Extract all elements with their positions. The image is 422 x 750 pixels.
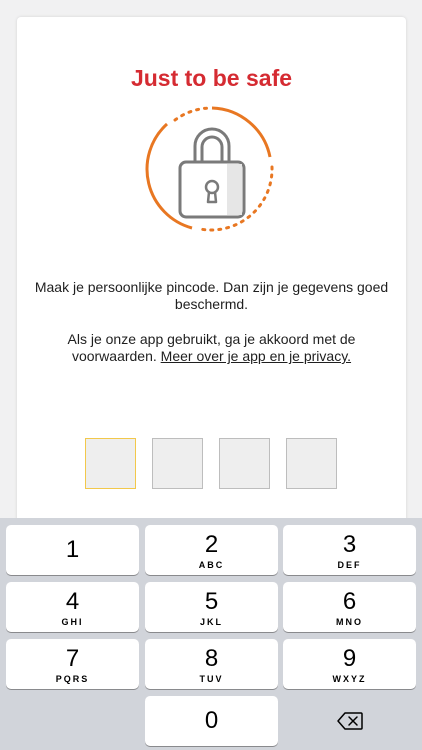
lock-shackle (193, 127, 231, 162)
key-4[interactable]: 4 GHI (6, 582, 139, 632)
key-7[interactable]: 7 PQRS (6, 639, 139, 689)
backspace-icon (337, 712, 363, 730)
pincode-card: Just to be safe Maak je persoonlijke pin… (17, 17, 406, 537)
lock-icon (145, 106, 274, 232)
key-0[interactable]: 0 (145, 696, 278, 746)
pin-input[interactable] (85, 438, 337, 489)
pin-digit-4[interactable] (286, 438, 337, 489)
ring-dots-top (173, 106, 213, 122)
terms-text: Als je onze app gebruikt, ga je akkoord … (31, 331, 392, 365)
pin-digit-1[interactable] (85, 438, 136, 489)
page-title: Just to be safe (130, 65, 293, 91)
numeric-keypad: 1 2 ABC 3 DEF 4 GHI 5 JKL 6 MNO 7 PQRS 8… (0, 518, 422, 750)
key-8[interactable]: 8 TUV (145, 639, 278, 689)
key-9[interactable]: 9 WXYZ (283, 639, 416, 689)
delete-key[interactable] (283, 696, 416, 746)
privacy-link[interactable]: Meer over je app en je privacy. (161, 348, 351, 364)
key-6[interactable]: 6 MNO (283, 582, 416, 632)
key-1[interactable]: 1 (6, 525, 139, 575)
pin-digit-2[interactable] (152, 438, 203, 489)
pin-digit-3[interactable] (219, 438, 270, 489)
key-5[interactable]: 5 JKL (145, 582, 278, 632)
key-2[interactable]: 2 ABC (145, 525, 278, 575)
intro-text: Maak je persoonlijke pincode. Dan zijn j… (34, 279, 389, 312)
key-3[interactable]: 3 DEF (283, 525, 416, 575)
